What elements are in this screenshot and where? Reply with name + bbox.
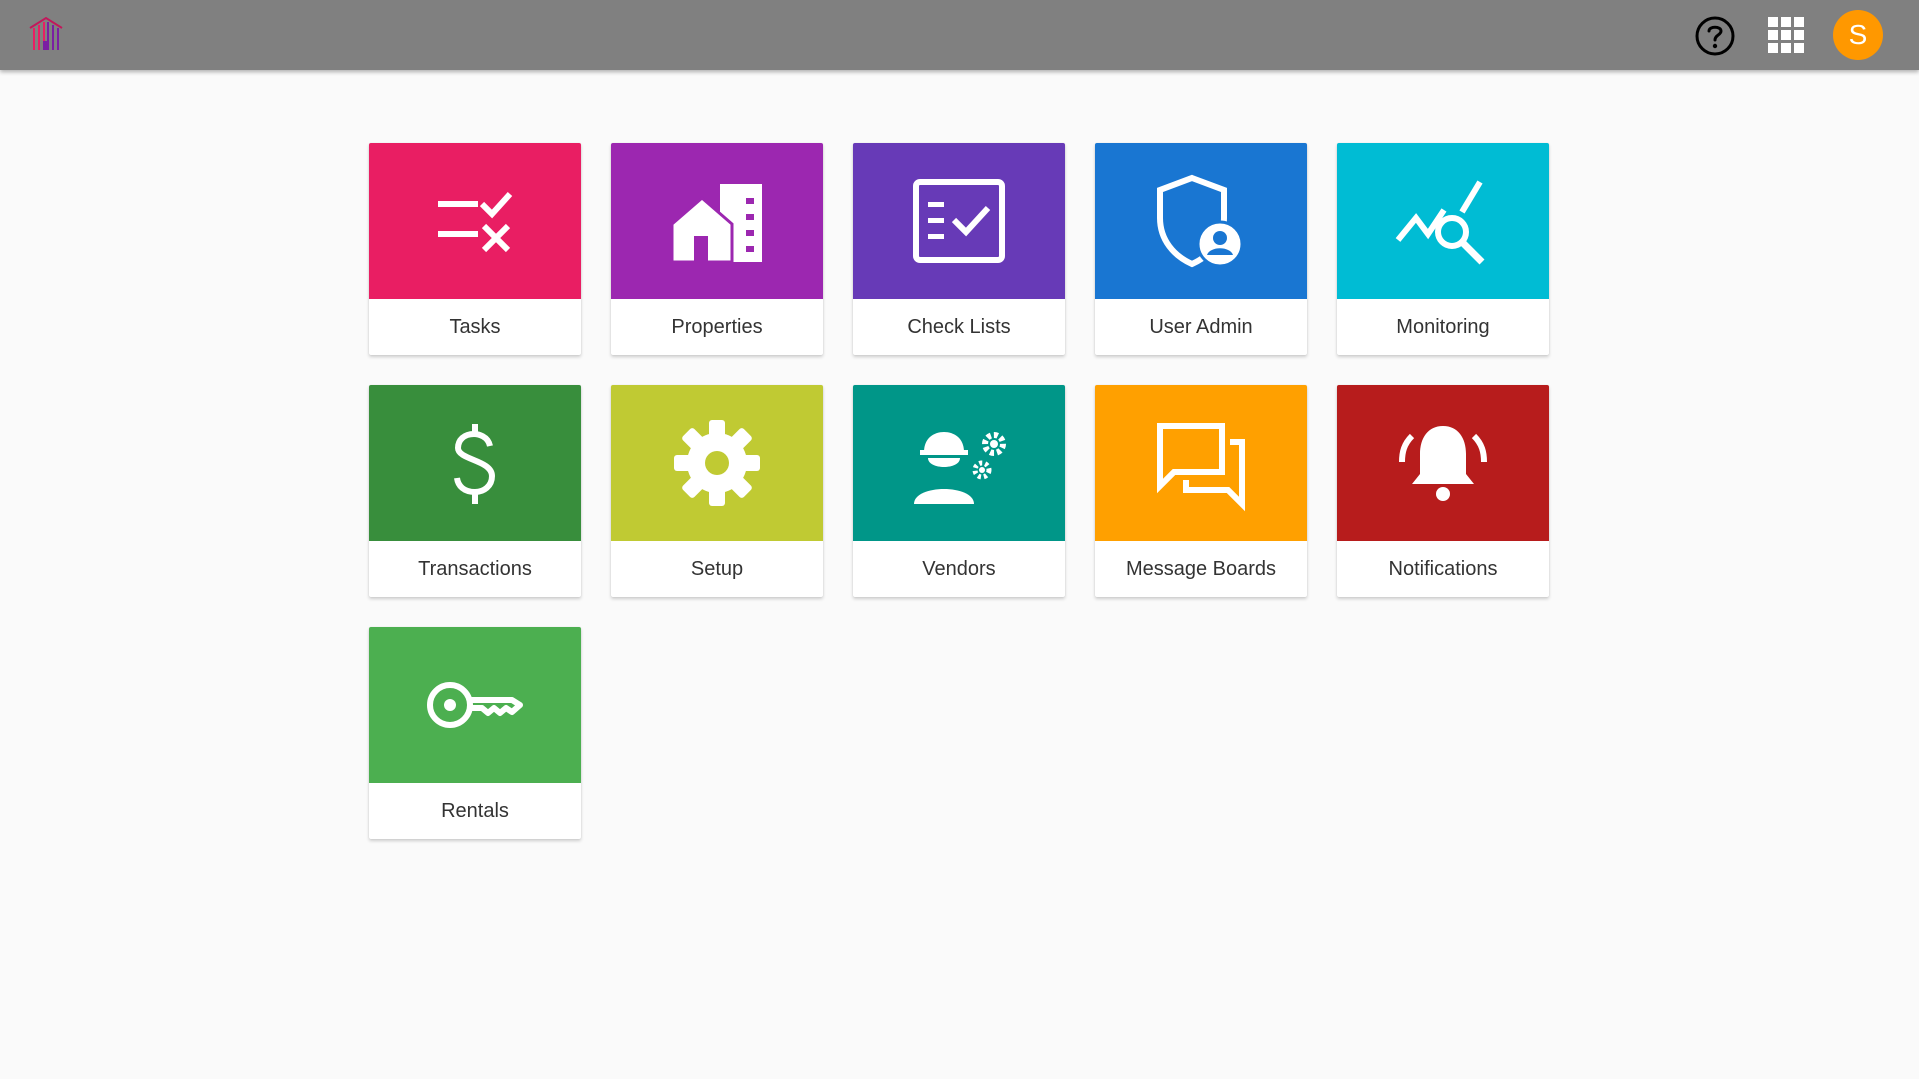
building-logo-icon[interactable] [26,14,66,54]
bell-icon [1399,426,1487,501]
app-tiles-grid: Tasks Properties Check Lists User Admin … [369,143,1549,839]
tile-monitoring[interactable]: Monitoring [1337,143,1549,355]
tile-vendors-header [853,385,1065,541]
tile-label: Check Lists [907,316,1011,338]
tile-vendors[interactable]: Vendors [853,385,1065,597]
tile-user-admin[interactable]: User Admin [1095,143,1307,355]
tile-user-admin-header [1095,143,1307,299]
properties-icon [670,184,762,264]
tasks-icon [438,191,513,253]
apps-grid-icon[interactable] [1766,15,1806,55]
tile-label: Setup [690,558,744,580]
help-icon[interactable] [1694,15,1736,57]
tile-message-boards[interactable]: Message Boards [1095,385,1307,597]
tile-label: Monitoring [1396,316,1490,338]
dollar-icon [454,424,496,504]
tile-tasks-header [369,143,581,299]
tile-setup[interactable]: Setup [611,385,823,597]
tile-label: User Admin [1149,316,1253,338]
vendors-icon [914,432,1006,504]
tile-tasks[interactable]: Tasks [369,143,581,355]
checklist-icon [913,179,1005,263]
gear-icon [674,420,760,506]
tile-label: Notifications [1388,558,1498,580]
monitoring-icon [1395,180,1485,265]
tile-setup-header [611,385,823,541]
tile-monitoring-header [1337,143,1549,299]
tile-label: Vendors [922,558,996,580]
top-app-bar: S [0,0,1919,70]
tile-check-lists-header [853,143,1065,299]
tile-label: Properties [671,316,763,338]
tile-check-lists[interactable]: Check Lists [853,143,1065,355]
tile-label: Message Boards [1125,558,1277,580]
tile-notifications-header [1337,385,1549,541]
tile-notifications[interactable]: Notifications [1337,385,1549,597]
key-icon [427,682,523,728]
user-admin-icon [1157,174,1244,268]
tile-rentals-header [369,627,581,783]
tile-transactions[interactable]: Transactions [369,385,581,597]
message-boards-icon [1157,423,1245,512]
tile-label: Tasks [449,316,501,338]
tile-label: Transactions [418,558,532,580]
tile-label: Rentals [441,800,509,822]
tile-message-boards-header [1095,385,1307,541]
tile-transactions-header [369,385,581,541]
tile-rentals[interactable]: Rentals [369,627,581,839]
tile-properties-header [611,143,823,299]
avatar[interactable]: S [1833,10,1883,60]
tile-properties[interactable]: Properties [611,143,823,355]
